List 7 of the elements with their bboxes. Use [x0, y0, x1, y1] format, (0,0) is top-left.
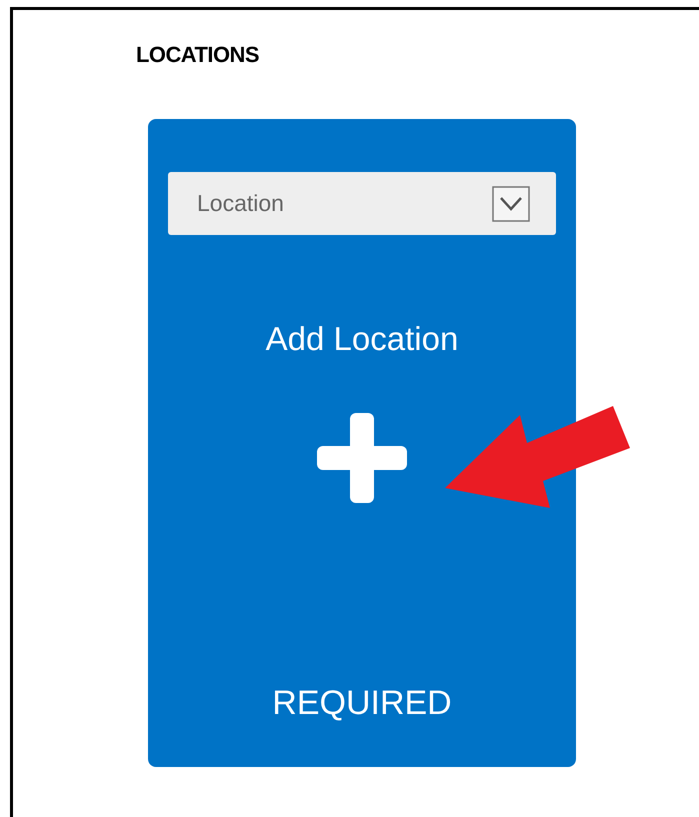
location-dropdown[interactable]: Location: [168, 172, 556, 235]
required-label: REQUIRED: [272, 683, 452, 724]
add-location-button[interactable]: Add Location: [262, 311, 462, 503]
plus-icon: [317, 413, 407, 503]
section-title: LOCATIONS: [136, 41, 259, 69]
arrow-icon: [445, 403, 630, 508]
chevron-down-icon: [492, 186, 530, 222]
